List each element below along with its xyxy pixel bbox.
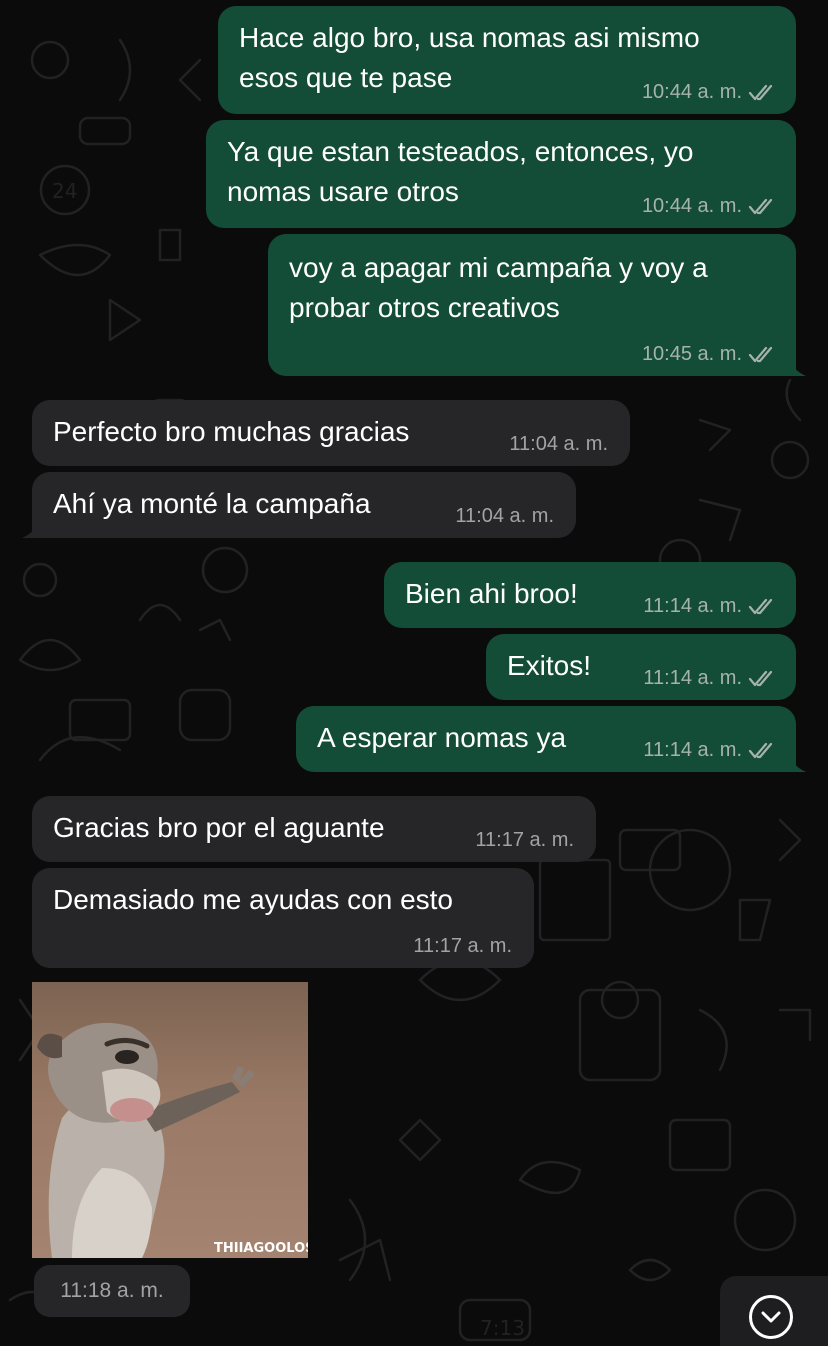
message-time: 11:14 a. m. <box>643 739 742 761</box>
read-receipt-icon <box>748 742 773 758</box>
message-timestamp: 11:04 a. m. <box>455 505 554 528</box>
message-text-line: Exitos! <box>507 650 592 681</box>
chevron-down-icon <box>749 1295 793 1339</box>
message-timestamp: 11:14 a. m. <box>643 667 776 690</box>
message-text-line: Perfecto bro muchas gracias <box>53 416 410 447</box>
message-text-line: esos que te pase <box>239 62 453 93</box>
message-text-line: voy a apagar mi campaña y voy a <box>289 252 708 283</box>
message-timestamp: 11:17 a. m. <box>413 935 512 958</box>
message-bubble-outgoing[interactable]: Ya que estan testeados, entonces, yo nom… <box>206 120 796 228</box>
bubble-tail <box>788 752 806 772</box>
message-time: 10:44 a. m. <box>641 195 742 217</box>
message-text-line: Ahí ya monté la campaña <box>53 488 371 519</box>
message-timestamp: 11:14 a. m. <box>643 595 776 618</box>
message-time: 11:14 a. m. <box>643 595 742 617</box>
read-receipt-icon <box>748 84 773 100</box>
message-text-line: Ya que estan testeados, entonces, yo <box>227 136 694 167</box>
message-time: 11:04 a. m. <box>455 505 554 527</box>
sticker-gif[interactable]: THIIAGOOLOST <box>32 982 308 1258</box>
message-timestamp: 10:44 a. m. <box>642 195 776 218</box>
bubble-tail <box>788 356 806 376</box>
message-text-line: probar otros creativos <box>289 292 560 323</box>
opossum-gif-image: THIIAGOOLOST <box>32 982 308 1258</box>
message-bubble-outgoing[interactable]: Bien ahi broo! 11:14 a. m. <box>384 562 796 628</box>
message-bubble-outgoing[interactable]: Exitos! 11:14 a. m. <box>486 634 796 700</box>
sticker-timestamp: 11:18 a. m. <box>34 1265 190 1317</box>
svg-text:24: 24 <box>52 179 77 203</box>
message-text-line: Bien ahi broo! <box>405 578 578 609</box>
message-timestamp: 11:17 a. m. <box>475 829 574 852</box>
message-time: 11:04 a. m. <box>509 433 608 455</box>
message-bubble-outgoing[interactable]: voy a apagar mi campaña y voy a probar o… <box>268 234 806 376</box>
message-bubble-incoming[interactable]: Gracias bro por el aguante 11:17 a. m. <box>32 796 596 862</box>
message-bubble-incoming[interactable]: Demasiado me ayudas con esto 11:17 a. m. <box>32 868 534 968</box>
message-time: 10:44 a. m. <box>641 81 742 103</box>
message-timestamp: 10:45 a. m. <box>642 343 776 366</box>
message-text-line: nomas usare otros <box>227 176 459 207</box>
message-bubble-incoming[interactable]: Ahí ya monté la campaña 11:04 a. m. <box>22 472 576 538</box>
read-receipt-icon <box>748 346 773 362</box>
read-receipt-icon <box>748 670 773 686</box>
message-text-line: Hace algo bro, usa nomas asi mismo <box>239 22 700 53</box>
message-timestamp: 11:14 a. m. <box>643 739 776 762</box>
gif-watermark: THIIAGOOLOST <box>214 1241 308 1256</box>
message-timestamp: 11:04 a. m. <box>509 433 608 456</box>
message-text-line: A esperar nomas ya <box>317 722 567 753</box>
message-bubble-outgoing[interactable]: A esperar nomas ya 11:14 a. m. <box>296 706 806 772</box>
read-receipt-icon <box>748 598 773 614</box>
message-bubble-outgoing[interactable]: Hace algo bro, usa nomas asi mismo esos … <box>218 6 796 114</box>
message-text-line: Gracias bro por el aguante <box>53 812 385 843</box>
message-time: 11:14 a. m. <box>643 667 742 689</box>
read-receipt-icon <box>748 198 773 214</box>
message-text-line: Demasiado me ayudas con esto <box>53 884 453 915</box>
message-bubble-incoming[interactable]: Perfecto bro muchas gracias 11:04 a. m. <box>32 400 630 466</box>
scroll-to-bottom-button[interactable] <box>720 1276 828 1346</box>
svg-text:7:13: 7:13 <box>480 1316 525 1340</box>
message-time: 11:17 a. m. <box>413 935 512 957</box>
message-time: 11:17 a. m. <box>475 829 574 851</box>
message-timestamp: 10:44 a. m. <box>642 81 776 104</box>
bubble-tail <box>22 518 40 538</box>
message-time: 10:45 a. m. <box>641 343 742 365</box>
